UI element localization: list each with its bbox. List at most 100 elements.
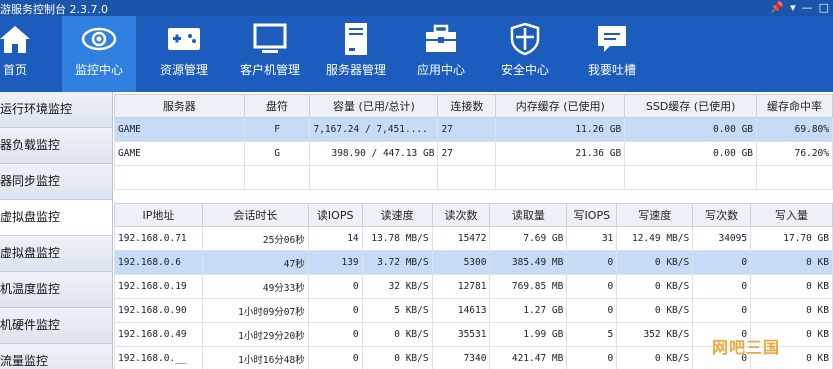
sidebar-item-virtual-disk-monitor[interactable]: 拟虚拟盘监控	[0, 200, 112, 236]
col-header-drive[interactable]: 盘符	[243, 94, 311, 118]
col-header-write-speed[interactable]: 写速度	[616, 203, 694, 227]
monitor-icon	[252, 22, 288, 56]
sidebar-item-label: 务器同步监控	[0, 174, 61, 188]
cell-read-speed: 13.78 MB/S	[361, 226, 433, 251]
col-header-ssd-cache[interactable]: SSD缓存 (已使用)	[624, 94, 758, 118]
disk-table-header: 服务器 盘符 容量 (已用/总计) 连接数 内存缓存 (已使用) SSD缓存 (…	[114, 94, 833, 118]
cell-read-speed: 0 KB/S	[361, 322, 433, 347]
col-header-write-count[interactable]: 写次数	[692, 203, 752, 227]
cell-write-iops: 31	[566, 226, 618, 251]
cell-write-iops: 5	[566, 322, 618, 347]
table-row[interactable]: 192.168.0.19 49分33秒 0 32 KB/S 12781 769.85 MB…	[114, 274, 833, 299]
col-header-read-speed[interactable]: 读速度	[361, 203, 433, 227]
sidebar-item-label: 网流量监控	[0, 354, 49, 368]
col-header-memory-cache[interactable]: 内存缓存 (已使用)	[495, 94, 626, 118]
cell-capacity: 7,167.24 / 7,451....	[309, 117, 439, 142]
cell-session: 49分33秒	[201, 274, 309, 299]
cell-read-count: 12781	[431, 274, 491, 299]
cell-drive	[243, 165, 311, 190]
sidebar-item-client-temperature[interactable]: 户机温度监控	[0, 272, 112, 308]
cell-write-iops: 0	[566, 298, 618, 323]
cell-drive: F	[243, 117, 311, 142]
cell-write-count: 0	[692, 250, 752, 275]
toolbar-home[interactable]: 首页	[0, 16, 40, 92]
toolbar-servers[interactable]: 服务器管理	[322, 16, 390, 92]
cell-write-speed: 0 KB/S	[616, 250, 694, 275]
toolbar-clients[interactable]: 客户机管理	[234, 16, 306, 92]
toolbar-security-label: 安全中心	[500, 63, 549, 77]
cell-write-speed: 12.49 MB/S	[616, 226, 694, 251]
table-row[interactable]: 192.168.0.6 47秒 139 3.72 MB/S 5300 385.49 MB 0…	[114, 250, 833, 275]
sidebar: 器运行环境监控 务器负载监控 务器同步监控 拟虚拟盘监控 户虚拟盘监控 户机温度…	[0, 92, 113, 369]
cell-hit-rate: 69.80%	[756, 117, 833, 142]
cell-session: 1小时09分07秒	[201, 298, 309, 323]
cell-connections: 27	[437, 141, 497, 166]
col-header-session[interactable]: 会话时长	[201, 203, 309, 227]
cell-read-iops: 14	[307, 226, 363, 251]
col-header-ip[interactable]: IP地址	[114, 203, 203, 227]
client-table-header: IP地址 会话时长 读IOPS 读速度 读次数 读取量 写IOPS 写速度 写次…	[114, 203, 833, 227]
sidebar-item-server-load-monitor[interactable]: 务器负载监控	[0, 128, 112, 164]
maximize-icon[interactable]: □	[819, 0, 829, 15]
chat-icon	[594, 22, 630, 56]
cell-read-iops: 0	[307, 274, 363, 299]
sidebar-item-label: 务器负载监控	[0, 138, 61, 152]
sidebar-item-client-virtual-disk[interactable]: 户虚拟盘监控	[0, 236, 112, 272]
cell-read-speed: 5 KB/S	[361, 298, 433, 323]
toolbar-monitor-center[interactable]: 监控中心	[62, 16, 136, 92]
cell-drive: G	[243, 141, 311, 166]
sidebar-item-server-sync-monitor[interactable]: 务器同步监控	[0, 164, 112, 200]
cell-write-amount: 17.70 GB	[750, 226, 833, 251]
col-header-hit-rate[interactable]: 缓存命中率	[756, 94, 833, 118]
col-header-write-amount[interactable]: 写入量	[750, 203, 833, 227]
toolbar-resources[interactable]: 资源管理	[150, 16, 218, 92]
cell-ip: 192.168.0.__	[114, 346, 203, 369]
server-icon	[338, 22, 374, 56]
toolbar-feedback[interactable]: 我要吐槽	[582, 16, 642, 92]
menu-dropdown-icon[interactable]: ▾	[790, 0, 796, 15]
pin-icon[interactable]: 📌	[770, 0, 784, 15]
cell-read-speed: 3.72 MB/S	[361, 250, 433, 275]
cell-ssd-cache: 0.00 GB	[624, 117, 758, 142]
col-header-read-iops[interactable]: 读IOPS	[307, 203, 363, 227]
cell-write-amount: 0 KB	[750, 250, 833, 275]
minimize-icon[interactable]: —	[802, 0, 813, 15]
col-header-connections[interactable]: 连接数	[437, 94, 497, 118]
cell-read-speed: 32 KB/S	[361, 274, 433, 299]
table-row[interactable]: 192.168.0.90 1小时09分07秒 0 5 KB/S 14613 1.27 GB…	[114, 298, 833, 323]
eye-icon	[81, 22, 117, 56]
cell-write-iops: 0	[566, 274, 618, 299]
cell-read-speed: 0 KB/S	[361, 346, 433, 369]
col-header-read-amount[interactable]: 读取量	[489, 203, 568, 227]
col-header-capacity[interactable]: 容量 (已用/总计)	[309, 94, 439, 118]
cell-ssd-cache	[624, 165, 758, 190]
cell-hit-rate	[756, 165, 833, 190]
cell-write-speed: 0 KB/S	[616, 274, 694, 299]
toolbar-apps[interactable]: 应用中心	[412, 16, 470, 92]
sidebar-item-server-env-monitor[interactable]: 器运行环境监控	[0, 92, 112, 128]
cell-connections: 27	[437, 117, 497, 142]
toolbar-feedback-label: 我要吐槽	[587, 63, 636, 77]
table-row[interactable]: GAME F 7,167.24 / 7,451.... 27 11.26 GB …	[114, 117, 833, 142]
table-row[interactable]: GAME G 398.90 / 447.13 GB 27 21.36 GB 0.…	[114, 141, 833, 166]
cell-read-amount: 1.99 GB	[489, 322, 568, 347]
table-row[interactable]: 192.168.0.71 25分06秒 14 13.78 MB/S 15472 7.69 …	[114, 226, 833, 251]
col-header-server[interactable]: 服务器	[114, 94, 245, 118]
toolbar-security[interactable]: 安全中心	[496, 16, 554, 92]
cell-read-amount: 421.47 MB	[489, 346, 568, 369]
col-header-write-iops[interactable]: 写IOPS	[566, 203, 618, 227]
table-row[interactable]	[114, 165, 833, 190]
col-header-read-count[interactable]: 读次数	[431, 203, 491, 227]
cell-ip: 192.168.0.71	[114, 226, 203, 251]
cell-read-count: 15472	[431, 226, 491, 251]
cell-write-speed: 0 KB/S	[616, 298, 694, 323]
sidebar-item-client-hardware[interactable]: 户机硬件监控	[0, 308, 112, 344]
cell-read-count: 5300	[431, 250, 491, 275]
cell-memory-cache: 11.26 GB	[495, 117, 626, 142]
cell-write-speed: 352 KB/S	[616, 322, 694, 347]
app-title: 游服务控制台 2.3.7.0	[0, 3, 108, 16]
cell-read-count: 14613	[431, 298, 491, 323]
cell-read-count: 35531	[431, 322, 491, 347]
window-controls: 📌 ▾ — □	[770, 0, 829, 15]
sidebar-item-network-traffic[interactable]: 网流量监控	[0, 344, 112, 369]
